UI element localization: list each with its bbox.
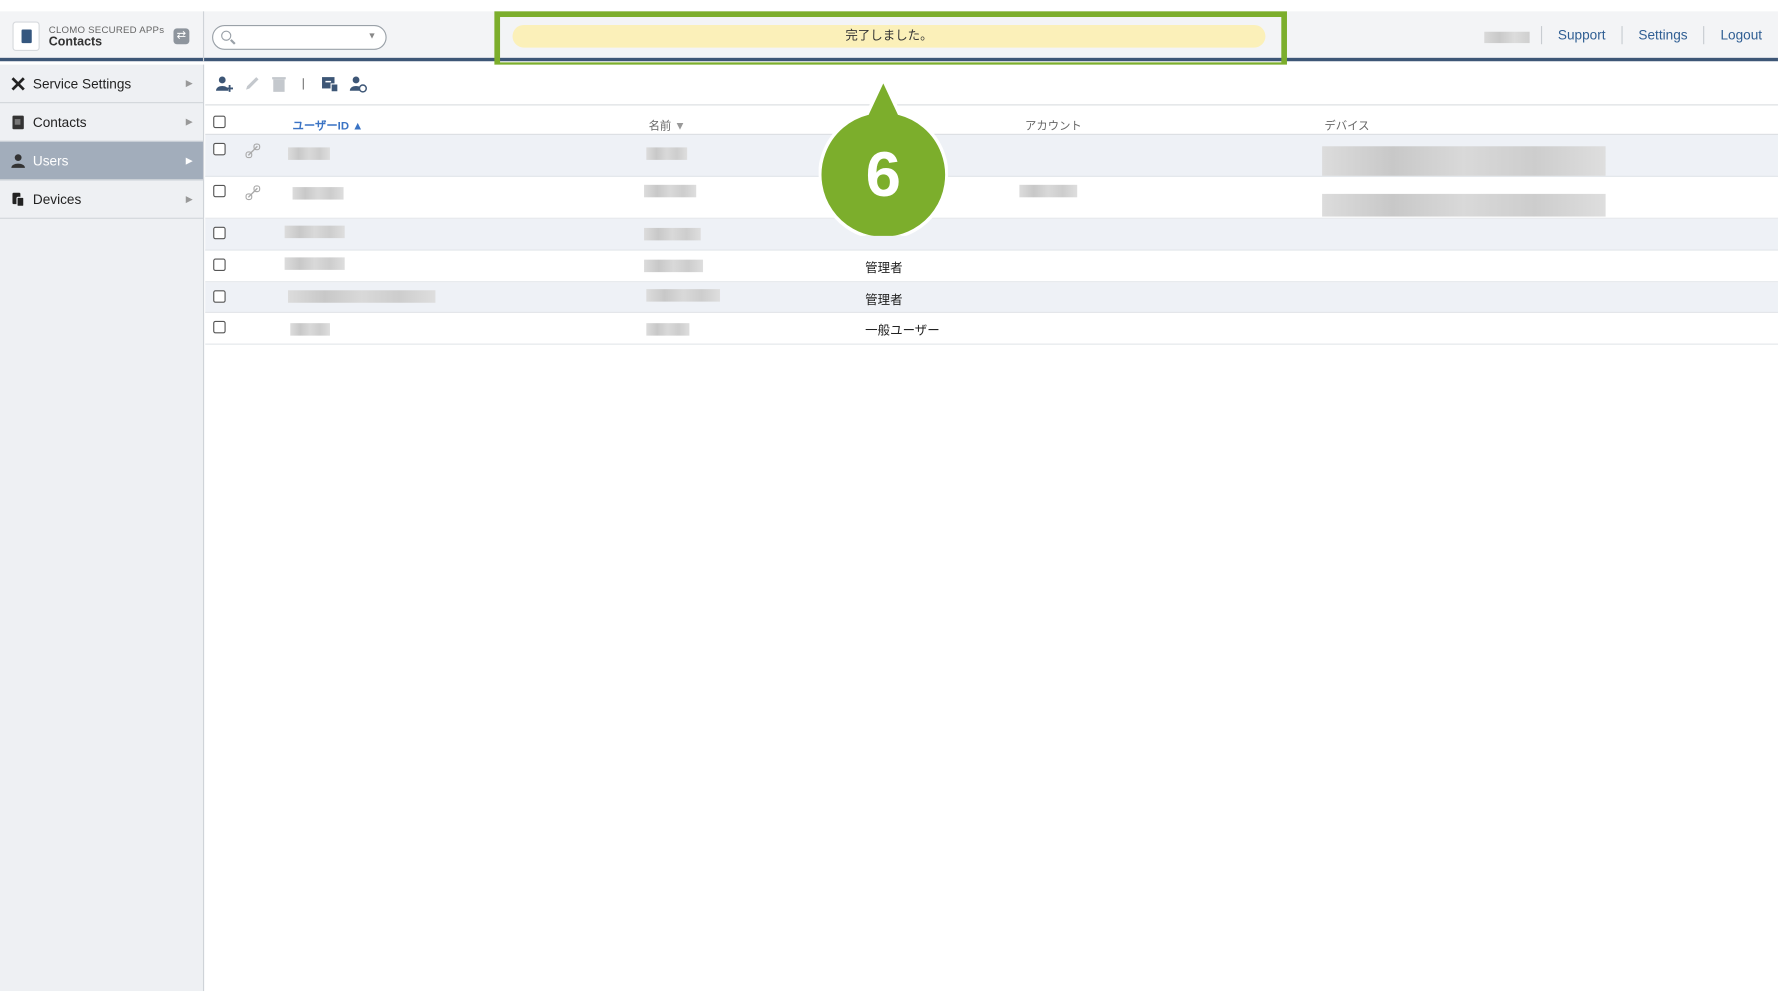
edit-icon[interactable] <box>243 75 261 93</box>
table-row[interactable] <box>205 177 1778 219</box>
main-panel: ユーザーID ▲ 名前 ▼ アカウント デバイス 管理者 管理者 一般ユーザー <box>205 64 1778 992</box>
name-redacted <box>646 323 690 336</box>
sidebar-item-devices[interactable]: Devices ▶ <box>0 180 203 219</box>
status-message: 完了しました。 <box>512 24 1266 48</box>
app-switch-icon[interactable]: ⇄ <box>173 28 190 45</box>
role-cell: 一般ユーザー <box>865 324 940 338</box>
device-redacted <box>1322 146 1606 176</box>
address-book-icon <box>12 115 24 129</box>
sort-asc-icon: ▲ <box>352 120 364 133</box>
brand-app-name: Contacts <box>48 35 103 49</box>
table-row[interactable]: 一般ユーザー <box>205 313 1778 345</box>
user-icon <box>11 153 25 168</box>
app-window: CLOMO SECURED APPs Contacts ⇄ ▼ 完了しました。 … <box>0 0 1778 992</box>
chevron-down-icon[interactable]: ▼ <box>367 31 376 41</box>
table-row[interactable] <box>205 134 1778 177</box>
select-all-checkbox[interactable] <box>213 115 226 129</box>
column-label: 名前 <box>648 120 672 133</box>
row-checkbox[interactable] <box>213 290 226 303</box>
column-label: ユーザーID <box>292 120 350 133</box>
table-header: ユーザーID ▲ 名前 ▼ アカウント デバイス <box>205 110 1778 135</box>
user-id-redacted <box>290 323 330 336</box>
name-redacted <box>644 259 704 273</box>
brand-product: CLOMO SECURED APPs <box>48 23 165 36</box>
toolbar-divider <box>302 78 304 90</box>
add-user-icon[interactable] <box>215 75 234 93</box>
chevron-right-icon: ▶ <box>185 193 193 205</box>
chevron-right-icon: ▶ <box>185 78 193 89</box>
chevron-right-icon: ▶ <box>185 155 193 166</box>
toolbar <box>205 65 1778 106</box>
step-number: 6 <box>866 140 901 210</box>
import-icon[interactable] <box>321 75 339 93</box>
sidebar-item-label: Contacts <box>32 113 87 130</box>
step-callout-badge: 6 <box>818 77 948 236</box>
row-checkbox[interactable] <box>213 142 226 156</box>
settings-link[interactable]: Settings <box>1621 26 1703 45</box>
role-cell: 管理者 <box>865 293 903 308</box>
column-header-name[interactable]: 名前 ▼ <box>648 116 686 133</box>
row-checkbox[interactable] <box>213 320 226 334</box>
trash-icon[interactable] <box>270 75 288 93</box>
tools-icon <box>11 76 25 90</box>
user-id-redacted <box>284 257 345 270</box>
row-checkbox[interactable] <box>213 258 226 272</box>
device-redacted <box>1322 193 1606 217</box>
user-id-redacted <box>288 290 436 303</box>
table-row[interactable]: 管理者 <box>205 282 1778 313</box>
link-icon <box>245 143 261 159</box>
name-redacted <box>646 289 721 302</box>
table-row[interactable]: 管理者 <box>205 251 1778 283</box>
search-box[interactable]: ▼ <box>212 24 387 50</box>
row-checkbox[interactable] <box>213 226 226 240</box>
name-redacted <box>646 147 688 160</box>
sidebar-item-users[interactable]: Users ▶ <box>0 141 203 181</box>
sidebar-item-label: Service Settings <box>32 75 132 92</box>
logout-link[interactable]: Logout <box>1703 26 1778 45</box>
brand: CLOMO SECURED APPs Contacts ⇄ <box>0 11 205 62</box>
column-header-user-id[interactable]: ユーザーID ▲ <box>292 116 364 133</box>
sidebar-item-label: Devices <box>32 191 82 207</box>
sidebar-item-contacts[interactable]: Contacts ▶ <box>0 103 203 142</box>
sidebar-item-service-settings[interactable]: Service Settings ▶ <box>0 65 203 104</box>
user-id-redacted <box>288 147 330 160</box>
row-checkbox[interactable] <box>213 184 226 198</box>
assign-user-icon[interactable] <box>349 75 367 93</box>
search-icon <box>221 30 232 41</box>
top-bar: CLOMO SECURED APPs Contacts ⇄ ▼ 完了しました。 … <box>0 11 1778 69</box>
table-row[interactable] <box>205 218 1778 251</box>
column-header-device[interactable]: デバイス <box>1324 116 1369 132</box>
app-logo-icon <box>12 21 40 52</box>
sort-desc-icon: ▼ <box>674 120 686 133</box>
name-redacted <box>644 227 701 241</box>
user-name-redacted <box>1484 31 1530 44</box>
link-icon <box>245 185 261 201</box>
user-id-redacted <box>284 225 345 239</box>
devices-icon <box>12 192 25 207</box>
column-header-account[interactable]: アカウント <box>1025 116 1082 132</box>
support-link[interactable]: Support <box>1540 26 1622 45</box>
sidebar: Service Settings ▶ Contacts ▶ Users ▶ De… <box>0 64 205 992</box>
header-links: Support Settings Logout <box>1540 25 1778 45</box>
name-redacted <box>644 184 697 198</box>
search-input[interactable] <box>238 28 352 47</box>
account-redacted <box>1019 184 1078 198</box>
chevron-right-icon: ▶ <box>185 116 193 127</box>
role-cell: 管理者 <box>865 261 903 276</box>
user-id-redacted <box>292 187 344 200</box>
sidebar-item-label: Users <box>32 152 69 169</box>
